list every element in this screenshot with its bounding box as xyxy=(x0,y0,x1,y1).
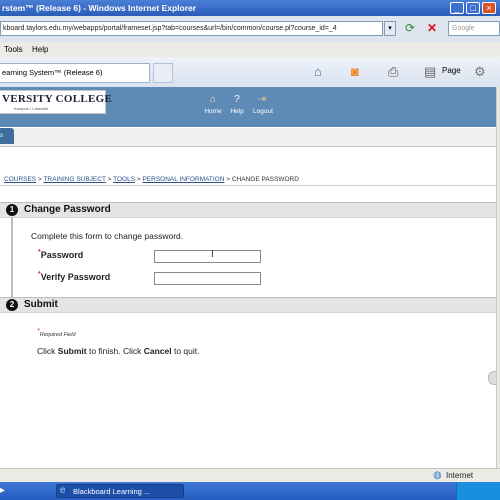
password-label: *Password xyxy=(38,249,84,260)
tab-row: earning System™ (Release 6) ⌂ ◙ ⎙ ▤ Page… xyxy=(0,57,500,88)
logout-icon[interactable]: ⇥ xyxy=(254,95,270,105)
logo: VERSITY COLLEGE Kampus • Lakeside xyxy=(0,90,112,114)
section-change-password-header: 1 Change Password xyxy=(0,202,496,218)
divider xyxy=(0,185,496,186)
breadcrumb-courses[interactable]: COURSES xyxy=(4,176,36,183)
browser-tab[interactable]: earning System™ (Release 6) xyxy=(0,63,150,83)
logo-text: VERSITY COLLEGE xyxy=(2,93,113,105)
logo-subtext: Kampus • Lakeside xyxy=(14,106,49,111)
submit-word: Submit xyxy=(57,346,87,356)
section-title: Change Password xyxy=(24,204,111,215)
breadcrumb-personal-information[interactable]: PERSONAL INFORMATION xyxy=(142,176,224,183)
refresh-icon[interactable]: ⟳ xyxy=(402,21,418,36)
tab-courses[interactable]: s xyxy=(0,128,14,144)
taskbar: ▸ Blackboard Learning ... e xyxy=(0,482,500,500)
maximize-button[interactable]: □ xyxy=(466,2,480,14)
breadcrumb-tools[interactable]: TOOLS xyxy=(113,176,135,183)
vertical-scrollbar[interactable] xyxy=(496,87,500,468)
breadcrumb-current: CHANGE PASSWORD xyxy=(231,176,299,183)
nav-logout-link[interactable]: Logout xyxy=(248,108,278,115)
home-icon[interactable]: ⌂ xyxy=(206,95,220,105)
gear-icon[interactable]: ⚙ xyxy=(474,64,486,80)
password-input[interactable] xyxy=(154,250,261,263)
step-number-badge: 1 xyxy=(6,204,18,216)
step-number-badge: 2 xyxy=(6,299,18,311)
scroll-handle[interactable] xyxy=(488,371,496,385)
security-zone: Internet xyxy=(446,471,474,480)
address-bar-row: kboard.taylors.edu.my/webapps/portal/fra… xyxy=(0,16,500,43)
breadcrumb-training-subject[interactable]: TRAINING SUBJECT xyxy=(43,176,105,183)
nav-help-link[interactable]: Help xyxy=(224,108,250,115)
window-title: rstem™ (Release 6) - Windows Internet Ex… xyxy=(0,0,500,16)
quick-launch-icon[interactable]: ▸ xyxy=(0,485,5,496)
home-icon[interactable]: ⌂ xyxy=(314,64,322,80)
menu-item-help[interactable]: Help xyxy=(32,42,48,57)
address-input[interactable]: kboard.taylors.edu.my/webapps/portal/fra… xyxy=(0,21,383,36)
taskbar-ie-button[interactable]: Blackboard Learning ... xyxy=(56,484,184,498)
minimize-button[interactable]: _ xyxy=(450,2,464,14)
cancel-word: Cancel xyxy=(143,346,172,356)
form-instruction: Complete this form to change password. xyxy=(31,231,184,241)
section-title: Submit xyxy=(24,299,58,310)
page-icon[interactable]: ▤ xyxy=(424,64,436,80)
page-menu-label[interactable]: Page xyxy=(442,66,461,75)
help-icon[interactable]: ? xyxy=(230,95,244,105)
required-field-note: *Required Field xyxy=(37,328,76,338)
verify-password-label: *Verify Password xyxy=(38,271,111,282)
section-rail xyxy=(11,217,13,297)
rss-icon[interactable]: ◙ xyxy=(351,64,359,80)
close-button[interactable]: × xyxy=(482,2,496,14)
menu-item-tools[interactable]: Tools xyxy=(4,42,23,57)
address-dropdown-button[interactable]: ▾ xyxy=(384,21,396,36)
status-bar: ◍ Internet xyxy=(0,468,500,483)
text-cursor-icon: I xyxy=(211,249,214,260)
ie-icon: e xyxy=(60,485,66,496)
search-input[interactable]: Google xyxy=(448,21,500,36)
stop-icon[interactable]: ✕ xyxy=(424,21,440,36)
submit-instruction: Click Submit to finish. Click Cancel to … xyxy=(37,346,200,356)
section-submit-header: 2 Submit xyxy=(0,297,496,313)
page-content: VERSITY COLLEGE Kampus • Lakeside ⌂ Home… xyxy=(0,87,496,468)
globe-icon: ◍ xyxy=(433,470,442,481)
verify-password-input[interactable] xyxy=(154,272,261,285)
breadcrumb: COURSES > TRAINING SUBJECT > TOOLS > PER… xyxy=(4,176,299,183)
menu-bar: Tools Help xyxy=(0,42,500,58)
course-tab-bar xyxy=(0,128,496,147)
system-tray xyxy=(456,482,500,500)
site-banner: VERSITY COLLEGE Kampus • Lakeside ⌂ Home… xyxy=(0,87,496,127)
new-tab-button[interactable] xyxy=(153,63,173,83)
print-icon[interactable]: ⎙ xyxy=(388,64,398,80)
